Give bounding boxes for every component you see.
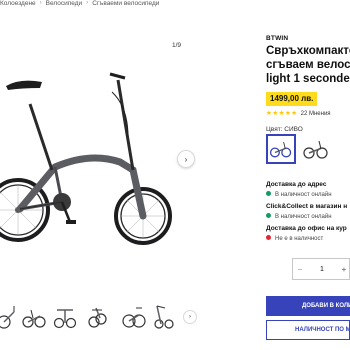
product-title-line: сгъваем велосі bbox=[266, 59, 350, 71]
color-swatch-selected[interactable] bbox=[266, 134, 296, 164]
quantity-plus-button[interactable]: + bbox=[337, 259, 350, 279]
product-title: Свръхкомпакте сгъваем велосі light 1 sec… bbox=[266, 44, 350, 86]
chevron-right-icon: › bbox=[189, 314, 191, 320]
product-image[interactable] bbox=[0, 52, 185, 267]
thumbnail-strip bbox=[0, 298, 200, 334]
thumbnails-next-button[interactable]: › bbox=[183, 310, 197, 324]
thumbnail[interactable] bbox=[0, 298, 22, 334]
delivery-address-status: В наличност онлайн bbox=[266, 191, 332, 198]
thumbnail[interactable] bbox=[151, 298, 179, 334]
rating-stars-icon: ★★★★★ bbox=[266, 110, 298, 117]
product-title-line: light 1 seconde, bbox=[266, 73, 350, 85]
breadcrumb-separator: › bbox=[86, 0, 89, 6]
reviews-link[interactable]: 22 Мнения bbox=[301, 111, 331, 117]
thumbnail[interactable] bbox=[84, 298, 112, 334]
in-stock-dot-icon bbox=[266, 191, 271, 196]
courier-office-title: Доставка до офис на кур bbox=[266, 225, 347, 232]
quantity-minus-button[interactable]: − bbox=[293, 259, 307, 279]
breadcrumb-item-folding-bikes[interactable]: Сгъваеми велосипеди bbox=[92, 0, 159, 7]
quantity-stepper: − 1 + bbox=[292, 258, 350, 280]
quantity-input[interactable]: 1 bbox=[307, 259, 337, 279]
delivery-address-title: Доставка до адрес bbox=[266, 181, 327, 188]
image-counter: 1/9 bbox=[172, 42, 182, 49]
gallery-next-button[interactable]: › bbox=[177, 150, 195, 168]
chevron-right-icon: › bbox=[184, 154, 188, 164]
product-title-line: Свръхкомпакте bbox=[266, 45, 350, 57]
store-stock-button[interactable]: НАЛИЧНОСТ ПО М bbox=[266, 320, 350, 340]
add-to-cart-button[interactable]: ДОБАВИ В КОЛИ bbox=[266, 296, 350, 316]
product-brand[interactable]: BTWIN bbox=[266, 35, 288, 42]
breadcrumb-item-cycling[interactable]: Колоездене bbox=[0, 0, 36, 7]
color-label: Цвят: СИВО bbox=[266, 126, 303, 133]
color-swatch[interactable] bbox=[301, 134, 331, 164]
click-collect-status: В наличност онлайн bbox=[266, 213, 332, 220]
product-price: 1499,00 лв. bbox=[266, 92, 318, 106]
thumbnail[interactable] bbox=[20, 298, 48, 334]
breadcrumb: Колоездене › Велосипеди › Сгъваеми велосипед… bbox=[0, 0, 350, 10]
product-rating[interactable]: ★★★★★ 22 Мнения bbox=[266, 109, 331, 117]
breadcrumb-item-bicycles[interactable]: Велосипеди bbox=[46, 0, 83, 7]
in-stock-dot-icon bbox=[266, 213, 271, 218]
click-collect-title: Click&Collect в магазин н bbox=[266, 203, 348, 210]
thumbnail[interactable] bbox=[120, 298, 148, 334]
thumbnail[interactable] bbox=[51, 298, 79, 334]
out-of-stock-dot-icon bbox=[266, 235, 271, 240]
breadcrumb-separator: › bbox=[39, 0, 42, 6]
courier-office-status: Не е в наличност bbox=[266, 235, 323, 242]
